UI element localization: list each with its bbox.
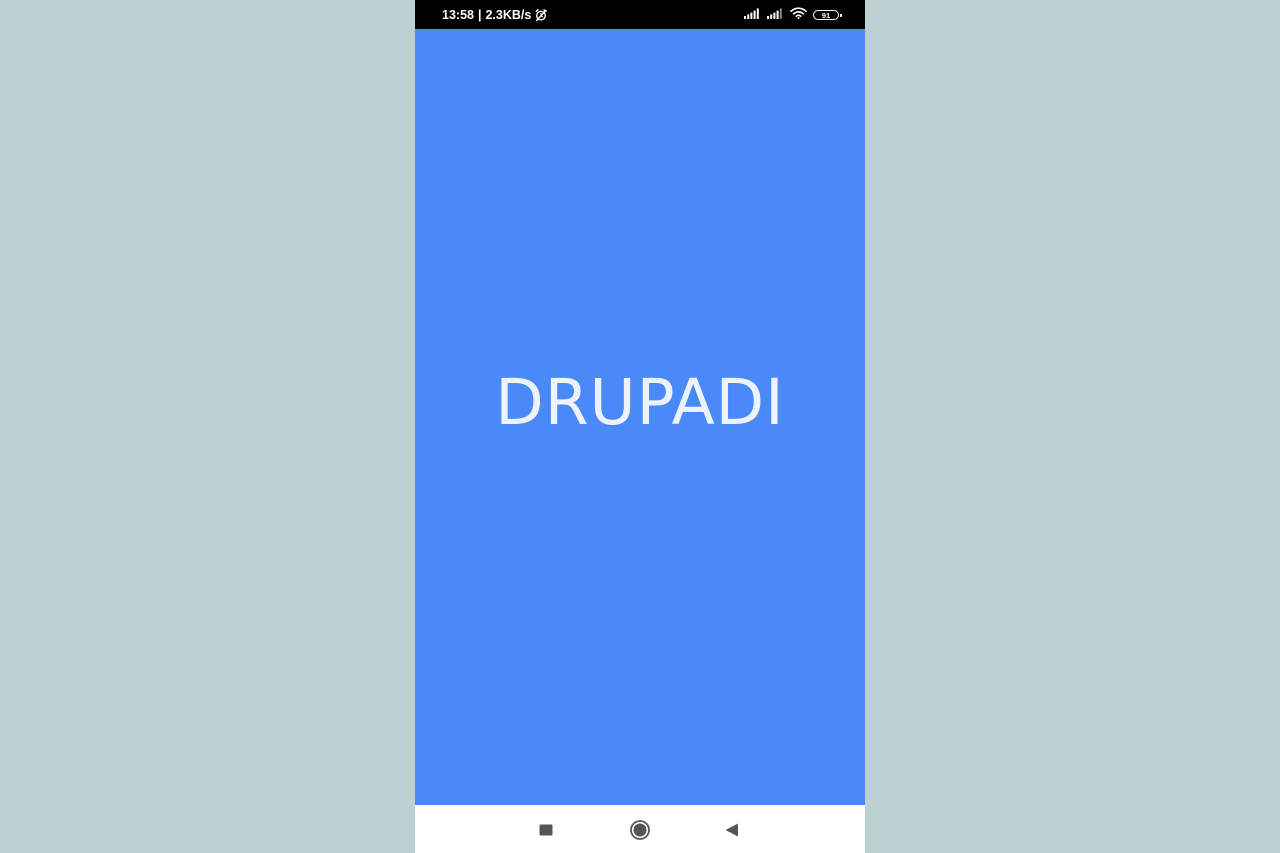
navigation-bar xyxy=(415,805,865,853)
recents-button[interactable] xyxy=(535,819,557,841)
home-button[interactable] xyxy=(629,819,651,841)
signal-icon xyxy=(744,6,761,24)
screen-background: 13:58 | 2.3KB/s 91 DRUPADI xyxy=(0,0,1280,853)
square-icon xyxy=(539,824,553,836)
signal-icon xyxy=(767,6,784,24)
phone-screen: 13:58 | 2.3KB/s 91 DRUPADI xyxy=(415,0,865,853)
status-separator: | xyxy=(477,8,482,22)
battery-icon: 91 xyxy=(813,10,842,20)
back-triangle-icon xyxy=(725,823,738,837)
network-speed: 2.3KB/s xyxy=(485,8,532,22)
splash-screen: DRUPADI xyxy=(415,29,865,805)
app-title: DRUPADI xyxy=(495,366,785,439)
alarm-off-icon xyxy=(534,8,548,22)
battery-level: 91 xyxy=(821,10,831,20)
wifi-icon xyxy=(790,6,807,24)
circle-icon xyxy=(630,820,650,840)
back-button[interactable] xyxy=(721,819,743,841)
status-time: 13:58 xyxy=(442,8,474,22)
status-left-group: 13:58 | 2.3KB/s xyxy=(442,8,548,22)
status-bar: 13:58 | 2.3KB/s 91 xyxy=(415,0,865,29)
status-right-group: 91 xyxy=(744,6,842,24)
